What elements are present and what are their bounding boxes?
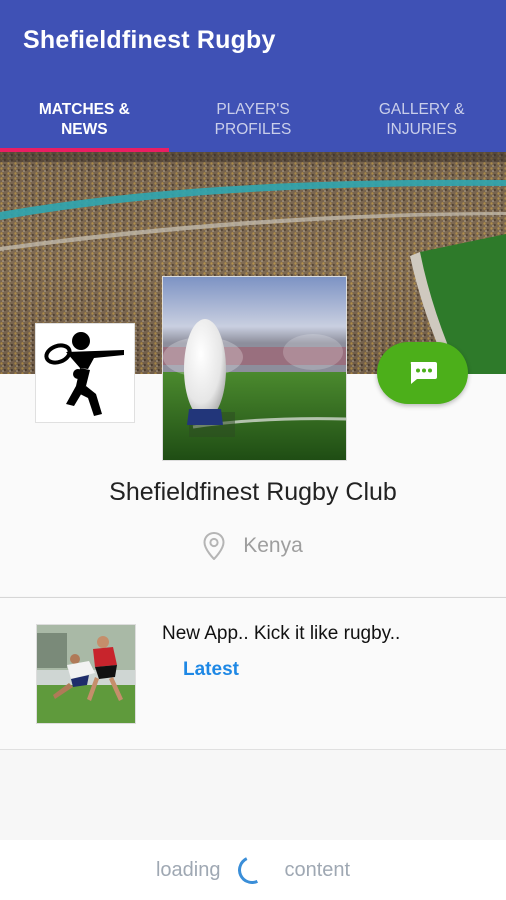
- app-title: Shefieldfinest Rugby: [23, 26, 276, 54]
- tab-gallery-injuries[interactable]: GALLERY & INJURIES: [337, 88, 506, 152]
- location-text: Kenya: [243, 534, 303, 557]
- loading-spinner-icon: [234, 852, 271, 888]
- divider: [0, 749, 506, 750]
- news-title: New App.. Kick it like rugby..: [162, 623, 401, 644]
- tab-label-line1: PLAYER'S: [216, 101, 290, 118]
- news-list-item[interactable]: New App.. Kick it like rugby.. Latest: [0, 598, 506, 749]
- chat-bubble-icon: [410, 362, 437, 384]
- news-thumbnail: [36, 624, 136, 724]
- tab-bar: MATCHES & NEWS PLAYER'S PROFILES GALLERY &…: [0, 88, 506, 152]
- news-tag[interactable]: Latest: [183, 659, 239, 681]
- rugby-player-logo-icon: [44, 332, 124, 416]
- loading-text: loading: [155, 858, 221, 881]
- club-logo: [35, 323, 135, 423]
- tab-matches-news[interactable]: MATCHES & NEWS: [0, 88, 169, 152]
- tab-label-line2: NEWS: [61, 121, 108, 138]
- club-photo: [162, 276, 347, 461]
- club-name: Shefieldfinest Rugby Club: [109, 478, 397, 506]
- tab-label-line2: INJURIES: [386, 121, 457, 138]
- chat-button[interactable]: [377, 342, 468, 404]
- content-text: content: [284, 858, 351, 881]
- app-bar: Shefieldfinest Rugby: [0, 0, 506, 88]
- tab-player-profiles[interactable]: PLAYER'S PROFILES: [169, 88, 338, 152]
- location-row: Kenya: [0, 532, 506, 560]
- tab-label-line1: GALLERY &: [378, 101, 465, 118]
- loading-footer: loading content: [0, 840, 506, 900]
- tab-label-line2: PROFILES: [214, 121, 292, 138]
- location-pin-icon: [203, 532, 225, 560]
- tab-label-line1: MATCHES &: [38, 101, 130, 118]
